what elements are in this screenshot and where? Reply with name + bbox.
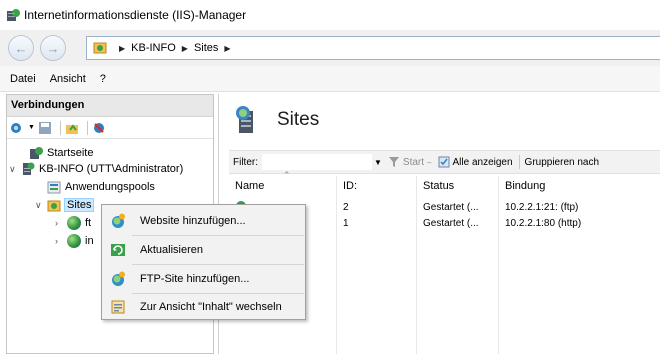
start-filter-label: Start xyxy=(402,156,425,168)
menu-separator xyxy=(132,235,304,236)
connections-header: Verbindungen xyxy=(7,95,213,117)
filter-bar: Filter: ▼ Start – Alle anzeigen Gruppier… xyxy=(229,150,660,174)
group-by-label: Gruppieren nach xyxy=(524,156,600,168)
collapse-chevron-icon[interactable]: ∨ xyxy=(9,164,19,175)
add-website-icon xyxy=(110,213,126,229)
menu-item-label: FTP-Site hinzufügen... xyxy=(140,273,250,285)
tree-label-site-ftp: ft xyxy=(85,217,92,229)
show-all-button[interactable]: Alle anzeigen xyxy=(438,156,513,168)
menu-help[interactable]: ? xyxy=(100,73,106,85)
column-header-id[interactable]: ID: xyxy=(337,176,416,196)
main-header: Sites xyxy=(219,94,660,146)
collapse-chevron-icon[interactable]: ∨ xyxy=(35,200,45,211)
menu-bar: Datei Ansicht ? xyxy=(0,66,660,92)
sort-ascending-icon: ⌃ xyxy=(283,170,291,180)
window-title: Internetinformationsdienste (IIS)-Manage… xyxy=(24,8,247,22)
breadcrumb-separator-icon: ▶ xyxy=(181,43,188,53)
add-ftp-site-icon xyxy=(110,271,126,287)
up-folder-icon[interactable] xyxy=(65,121,79,135)
show-all-icon xyxy=(438,156,450,168)
show-all-label: Alle anzeigen xyxy=(452,156,513,168)
tree-node-startpage[interactable]: Startseite xyxy=(29,145,93,161)
address-row: ← → ▶ KB-INFO ▶ Sites ▶ xyxy=(0,30,660,66)
toolbar-divider xyxy=(59,120,61,135)
address-bar[interactable]: ▶ KB-INFO ▶ Sites ▶ xyxy=(86,36,660,60)
funnel-icon xyxy=(388,156,400,168)
expand-chevron-icon[interactable]: › xyxy=(55,236,65,246)
column-header-binding[interactable]: Bindung xyxy=(499,176,660,196)
tree-label-site-http: in xyxy=(85,235,94,247)
tree-node-server[interactable]: ∨ KB-INFO (UTT\Administrator) xyxy=(9,161,183,177)
table-row-1-id: 2 xyxy=(343,202,349,213)
page-title: Sites xyxy=(277,109,320,130)
breadcrumb-separator-icon[interactable]: ▶ xyxy=(224,44,230,53)
tree-node-apppools[interactable]: Anwendungspools xyxy=(47,179,155,195)
forward-arrow-icon: → xyxy=(46,40,60,56)
menu-item-refresh[interactable]: Aktualisieren xyxy=(104,238,303,262)
context-menu: Website hinzufügen... Aktualisieren FTP-… xyxy=(101,204,306,320)
server-icon xyxy=(21,162,35,176)
menu-separator xyxy=(132,293,304,294)
breadcrumb-separator-icon: ▶ xyxy=(119,43,126,53)
toolbar-divider xyxy=(86,120,88,135)
iis-app-icon xyxy=(6,8,20,22)
menu-separator xyxy=(132,264,304,265)
table-row-1-status: Gestartet (... xyxy=(423,202,479,213)
start-filter-button[interactable]: Start – xyxy=(388,156,432,168)
back-arrow-icon: ← xyxy=(14,40,28,56)
menu-item-add-ftp-site[interactable]: FTP-Site hinzufügen... xyxy=(104,267,303,291)
expand-chevron-icon[interactable]: › xyxy=(55,218,65,228)
globe-icon xyxy=(67,234,81,248)
filter-divider xyxy=(518,155,520,169)
tree-node-site-http[interactable]: › in xyxy=(55,233,94,249)
connect-dropdown-icon[interactable]: ▼ xyxy=(28,124,35,131)
group-by-button[interactable]: Gruppieren nach xyxy=(525,157,600,168)
menu-file[interactable]: Datei xyxy=(10,73,36,85)
address-home-icon xyxy=(93,41,107,55)
disconnect-icon[interactable] xyxy=(92,121,106,135)
table-row-1-binding: 10.2.2.1:21: (ftp) xyxy=(505,202,579,213)
tree-node-sites[interactable]: ∨ Sites xyxy=(35,197,95,213)
column-header-status[interactable]: Status xyxy=(417,176,498,196)
menu-item-label: Aktualisieren xyxy=(140,244,203,256)
filter-label: Filter: xyxy=(233,156,258,168)
menu-view[interactable]: Ansicht xyxy=(50,73,86,85)
tree-label-apppools: Anwendungspools xyxy=(65,181,155,193)
breadcrumb-kb-info[interactable]: KB-INFO xyxy=(131,42,176,54)
sites-large-icon xyxy=(233,105,263,135)
refresh-icon xyxy=(110,242,126,258)
filter-dropdown-icon[interactable]: ▼ xyxy=(374,158,382,167)
forward-button[interactable]: → xyxy=(40,35,66,61)
startpage-icon xyxy=(29,146,43,160)
save-icon[interactable] xyxy=(38,121,52,135)
table-row-2-binding: 10.2.2.1:80 (http) xyxy=(505,218,582,229)
content-view-icon xyxy=(110,299,126,315)
table-row-2-id: 1 xyxy=(343,218,349,229)
column-id: ID: xyxy=(337,176,417,354)
title-bar: Internetinformationsdienste (IIS)-Manage… xyxy=(0,0,660,30)
tree-label-startpage: Startseite xyxy=(47,147,94,159)
connect-icon[interactable] xyxy=(10,121,24,135)
tree-label-server: KB-INFO (UTT\Administrator) xyxy=(39,163,184,175)
connections-toolbar: ▼ xyxy=(7,117,213,139)
table-row-2-status: Gestartet (... xyxy=(423,218,479,229)
tree-node-site-ftp[interactable]: › ft xyxy=(55,215,91,231)
start-dropdown-icon: – xyxy=(427,157,432,167)
application-pools-icon xyxy=(47,180,61,194)
globe-icon xyxy=(67,216,81,230)
back-button[interactable]: ← xyxy=(8,35,34,61)
breadcrumb-sites[interactable]: Sites xyxy=(194,42,218,54)
menu-item-add-website[interactable]: Website hinzufügen... xyxy=(104,209,303,233)
menu-item-label: Website hinzufügen... xyxy=(140,215,246,227)
menu-item-label: Zur Ansicht "Inhalt" wechseln xyxy=(140,301,282,313)
tree-label-sites: Sites xyxy=(63,198,95,212)
filter-input[interactable] xyxy=(262,154,372,170)
sites-folder-icon xyxy=(47,198,61,212)
menu-item-switch-content-view[interactable]: Zur Ansicht "Inhalt" wechseln xyxy=(104,295,303,319)
